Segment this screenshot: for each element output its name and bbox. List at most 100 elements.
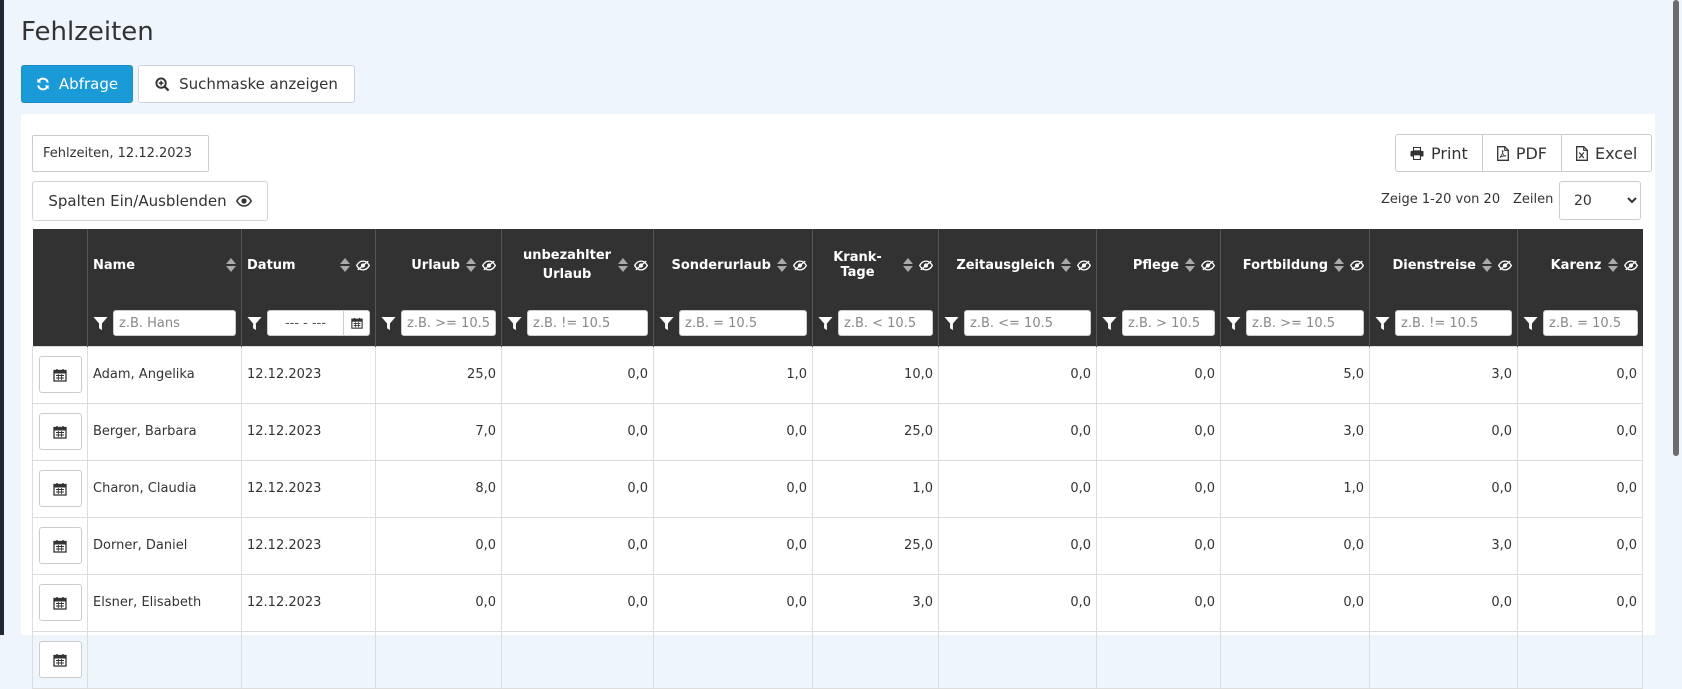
cell-value <box>938 630 1097 689</box>
hide-column-icon[interactable] <box>1077 259 1091 271</box>
filter-unbezahlter-urlaub-input[interactable] <box>527 310 648 337</box>
filter-icon[interactable] <box>1375 316 1390 331</box>
calendar-icon <box>53 482 67 496</box>
header-zeitausgleich[interactable]: Zeitausgleich <box>938 229 1097 301</box>
header-label: Pflege <box>1132 257 1179 273</box>
calendar-button[interactable] <box>38 641 82 678</box>
header-urlaub[interactable]: Urlaub <box>375 229 502 301</box>
calendar-icon <box>53 653 67 667</box>
filter-name-input[interactable] <box>113 310 236 337</box>
eye-icon <box>235 195 252 207</box>
filter-zeitausgleich-input[interactable] <box>964 310 1091 337</box>
hide-column-icon[interactable] <box>634 259 648 271</box>
filter-cell <box>812 301 939 346</box>
sort-icon[interactable] <box>777 258 787 272</box>
calendar-button[interactable] <box>38 527 82 564</box>
filter-sonderurlaub-input[interactable] <box>679 310 807 337</box>
hide-column-icon[interactable] <box>1350 259 1364 271</box>
calendar-button[interactable] <box>38 584 82 621</box>
hide-column-icon[interactable] <box>793 259 807 271</box>
header-dienstreise[interactable]: Dienstreise <box>1369 229 1518 301</box>
filter-icon[interactable] <box>944 316 959 331</box>
calendar-button[interactable] <box>38 356 82 393</box>
absence-table: Name Datum Urlaub unbezahlter Urlaub Son… <box>32 229 1643 689</box>
header-name[interactable]: Name <box>87 229 242 301</box>
filter-icon[interactable] <box>659 316 674 331</box>
toggle-columns-button[interactable]: Spalten Ein/Ausblenden <box>32 181 268 221</box>
excel-button[interactable]: Excel <box>1562 135 1651 171</box>
cell-name: Dorner, Daniel <box>87 516 242 575</box>
cell-value: 25,0 <box>375 345 502 404</box>
row-action-cell <box>32 516 88 575</box>
filter-icon[interactable] <box>1226 316 1241 331</box>
sort-icon[interactable] <box>1607 258 1618 272</box>
filter-cell <box>87 301 242 346</box>
calendar-button[interactable] <box>38 413 82 450</box>
sort-icon[interactable] <box>1334 258 1344 272</box>
filter-krank-tage-input[interactable] <box>838 310 933 337</box>
header-label: Name <box>93 257 136 273</box>
cell-date <box>241 630 376 689</box>
hide-column-icon[interactable] <box>356 259 370 271</box>
pdf-button[interactable]: PDF <box>1483 135 1562 171</box>
sort-icon[interactable] <box>1185 258 1195 272</box>
hide-column-icon[interactable] <box>1498 259 1512 271</box>
calendar-button[interactable] <box>38 470 82 507</box>
filter-icon[interactable] <box>507 316 522 331</box>
header-unbezahlter-urlaub[interactable]: unbezahlter Urlaub <box>501 229 654 301</box>
filter-urlaub-input[interactable] <box>401 310 496 337</box>
filter-action-column <box>32 301 88 346</box>
cell-date: 12.12.2023 <box>241 402 376 461</box>
filter-icon[interactable] <box>93 316 108 331</box>
sort-icon[interactable] <box>466 258 476 272</box>
header-pflege[interactable]: Pflege <box>1096 229 1221 301</box>
calendar-icon <box>53 596 67 610</box>
scrollbar-thumb[interactable] <box>1673 0 1679 456</box>
header-sonderurlaub[interactable]: Sonderurlaub <box>653 229 813 301</box>
report-title-input[interactable] <box>32 135 209 172</box>
rows-per-page-select[interactable]: 20 <box>1559 181 1641 220</box>
sort-icon[interactable] <box>1482 258 1492 272</box>
filter-karenz-input[interactable] <box>1543 310 1638 337</box>
filter-date-input[interactable]: --- - --- <box>267 310 370 337</box>
filter-icon[interactable] <box>247 316 262 331</box>
filter-icon[interactable] <box>1102 316 1117 331</box>
cell-value: 0,0 <box>1220 573 1370 632</box>
date-placeholder: --- - --- <box>284 316 327 332</box>
query-button[interactable]: Abfrage <box>21 65 133 103</box>
hide-column-icon[interactable] <box>1623 259 1638 271</box>
sort-icon[interactable] <box>226 258 236 272</box>
cell-value <box>1096 630 1221 689</box>
hide-column-icon[interactable] <box>482 259 496 271</box>
header-karenz[interactable]: Karenz <box>1517 229 1643 301</box>
sort-icon[interactable] <box>903 258 913 272</box>
cell-value: 0,0 <box>501 573 654 632</box>
header-fortbildung[interactable]: Fortbildung <box>1220 229 1370 301</box>
sort-icon[interactable] <box>618 258 628 272</box>
filter-icon[interactable] <box>818 316 833 331</box>
filter-icon[interactable] <box>1523 316 1538 331</box>
calendar-icon[interactable] <box>343 311 369 336</box>
calendar-icon <box>53 368 67 382</box>
cell-value: 0,0 <box>653 459 813 518</box>
filter-icon[interactable] <box>381 316 396 331</box>
table-body: Adam, Angelika 12.12.2023 25,0 0,0 1,0 10,0 0,… <box>32 345 1643 689</box>
sort-icon[interactable] <box>340 258 350 272</box>
sort-icon[interactable] <box>1061 258 1071 272</box>
hide-column-icon[interactable] <box>1201 259 1215 271</box>
header-krank-tage[interactable]: Krank-Tage <box>812 229 939 301</box>
filter-dienstreise-input[interactable] <box>1395 310 1512 337</box>
hide-column-icon[interactable] <box>919 259 933 271</box>
vertical-scrollbar[interactable] <box>1669 0 1682 635</box>
cell-value: 0,0 <box>501 345 654 404</box>
cell-value: 0,0 <box>938 573 1097 632</box>
filter-pflege-input[interactable] <box>1122 310 1215 337</box>
pdf-label: PDF <box>1515 143 1547 163</box>
query-button-label: Abfrage <box>58 75 119 93</box>
header-datum[interactable]: Datum <box>241 229 376 301</box>
header-label: Datum <box>247 257 296 273</box>
row-action-cell <box>32 459 88 518</box>
print-button[interactable]: Print <box>1396 135 1483 171</box>
search-mask-button[interactable]: Suchmaske anzeigen <box>138 65 355 103</box>
filter-fortbildung-input[interactable] <box>1246 310 1364 337</box>
